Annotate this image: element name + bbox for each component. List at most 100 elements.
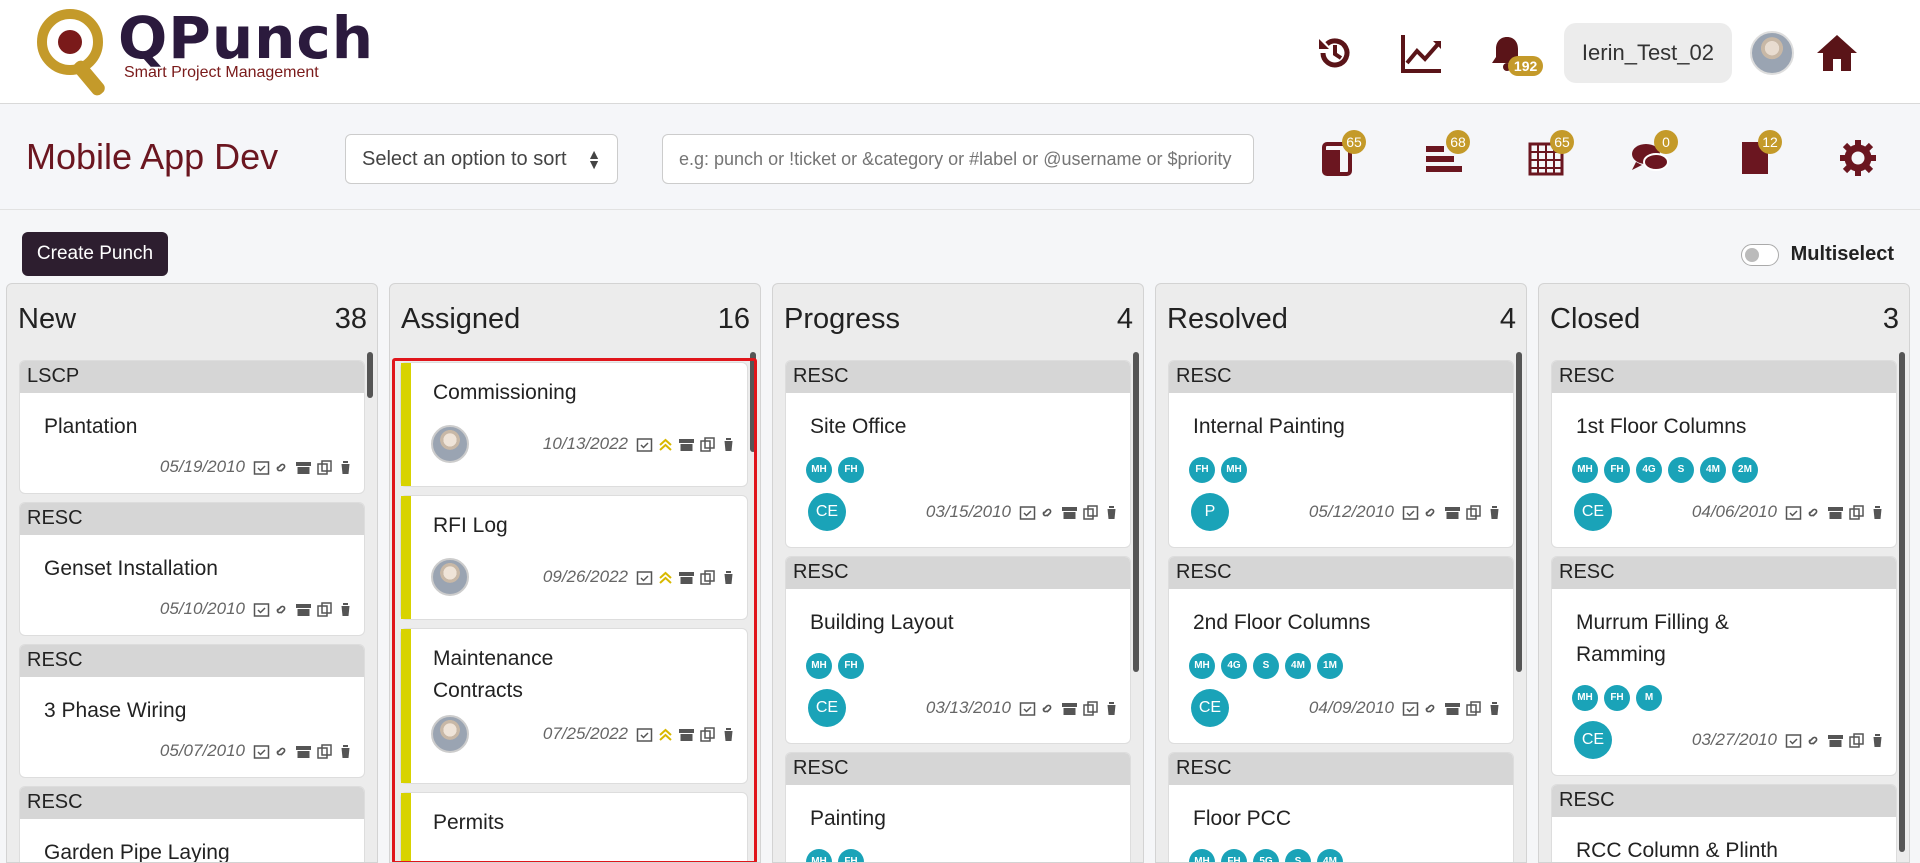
label-tag[interactable]: 5G — [1253, 849, 1279, 862]
label-tag[interactable]: MH — [806, 653, 832, 679]
label-tag[interactable]: 4M — [1317, 849, 1343, 862]
punch-card[interactable]: Permits — [400, 792, 748, 862]
punch-card[interactable]: RFI Log 09/26/2022 — [400, 495, 748, 620]
assignee-initials[interactable]: P — [1191, 493, 1229, 531]
label-tag[interactable]: 4G — [1636, 457, 1662, 483]
trash-icon[interactable] — [1869, 504, 1886, 521]
calendar-check-icon[interactable] — [1785, 732, 1802, 749]
link-icon[interactable] — [1423, 700, 1440, 717]
calendar-check-icon[interactable] — [636, 726, 653, 743]
trash-icon[interactable] — [1103, 700, 1120, 717]
project-settings-button[interactable] — [1806, 128, 1910, 188]
label-tag[interactable]: MH — [1189, 849, 1215, 862]
copy-icon[interactable] — [699, 436, 716, 453]
archive-icon[interactable] — [1061, 504, 1078, 521]
link-icon[interactable] — [1806, 504, 1823, 521]
history-button[interactable] — [1292, 22, 1378, 84]
archive-icon[interactable] — [295, 601, 312, 618]
assignee-avatar[interactable] — [431, 425, 469, 463]
punch-card[interactable]: RESC Painting MH FH — [785, 752, 1131, 862]
label-tag[interactable]: 4M — [1285, 653, 1311, 679]
label-tag[interactable]: 1M — [1317, 653, 1343, 679]
copy-icon[interactable] — [316, 601, 333, 618]
copy-icon[interactable] — [1848, 732, 1865, 749]
column-scrollbar[interactable] — [1899, 352, 1905, 852]
label-tag[interactable]: FH — [838, 457, 864, 483]
assignee-initials[interactable]: CE — [1191, 689, 1229, 727]
column-scrollbar[interactable] — [750, 352, 756, 452]
gantt-view-button[interactable]: 68 — [1390, 128, 1494, 188]
calendar-check-icon[interactable] — [1785, 504, 1802, 521]
copy-icon[interactable] — [1082, 700, 1099, 717]
calendar-check-icon[interactable] — [253, 459, 270, 476]
calendar-view-button[interactable]: 65 — [1494, 128, 1598, 188]
multiselect-toggle[interactable]: Multiselect — [1740, 243, 1894, 266]
copy-icon[interactable] — [1848, 504, 1865, 521]
trash-icon[interactable] — [1486, 700, 1503, 717]
calendar-check-icon[interactable] — [636, 436, 653, 453]
label-tag[interactable]: FH — [838, 849, 864, 862]
calendar-check-icon[interactable] — [1402, 504, 1419, 521]
trash-icon[interactable] — [1103, 504, 1120, 521]
documents-button[interactable]: 12 — [1702, 128, 1806, 188]
link-icon[interactable] — [1040, 700, 1057, 717]
punch-card[interactable]: RESC 2nd Floor Columns MH 4G S 4M 1M CE … — [1168, 556, 1514, 744]
label-tag[interactable]: S — [1668, 457, 1694, 483]
label-tag[interactable]: M — [1636, 685, 1662, 711]
calendar-check-icon[interactable] — [1402, 700, 1419, 717]
label-tag[interactable]: MH — [1221, 457, 1247, 483]
assignee-initials[interactable]: CE — [808, 689, 846, 727]
calendar-check-icon[interactable] — [1019, 700, 1036, 717]
chat-button[interactable]: 0 — [1598, 128, 1702, 188]
punch-card[interactable]: RESC Garden Pipe Laying — [19, 786, 365, 862]
user-avatar[interactable] — [1750, 31, 1794, 75]
label-tag[interactable]: FH — [1221, 849, 1247, 862]
trash-icon[interactable] — [337, 601, 354, 618]
column-scrollbar[interactable] — [1516, 352, 1522, 672]
calendar-check-icon[interactable] — [1019, 504, 1036, 521]
archive-icon[interactable] — [1444, 504, 1461, 521]
trash-icon[interactable] — [720, 726, 737, 743]
punch-card[interactable]: RESC Building Layout MH FH CE 03/13/2010 — [785, 556, 1131, 744]
label-tag[interactable]: FH — [838, 653, 864, 679]
punch-card[interactable]: RESC Genset Installation 05/10/2010 — [19, 502, 365, 636]
punch-list-view-button[interactable]: 65 — [1286, 128, 1390, 188]
copy-icon[interactable] — [1465, 504, 1482, 521]
column-scrollbar[interactable] — [367, 352, 373, 398]
punch-card[interactable]: RESC RCC Column & Plinth — [1551, 784, 1897, 862]
punch-card[interactable]: RESC 3 Phase Wiring 05/07/2010 — [19, 644, 365, 778]
link-icon[interactable] — [1806, 732, 1823, 749]
label-tag[interactable]: MH — [1572, 457, 1598, 483]
punch-card[interactable]: Commissioning 10/13/2022 — [400, 362, 748, 487]
archive-icon[interactable] — [295, 459, 312, 476]
label-tag[interactable]: S — [1285, 849, 1311, 862]
label-tag[interactable]: 2M — [1732, 457, 1758, 483]
assignee-initials[interactable]: CE — [1574, 493, 1612, 531]
copy-icon[interactable] — [699, 726, 716, 743]
archive-icon[interactable] — [1444, 700, 1461, 717]
label-tag[interactable]: MH — [806, 457, 832, 483]
label-tag[interactable]: 4G — [1221, 653, 1247, 679]
assignee-avatar[interactable] — [431, 715, 469, 753]
trash-icon[interactable] — [720, 436, 737, 453]
copy-icon[interactable] — [1082, 504, 1099, 521]
archive-icon[interactable] — [678, 726, 695, 743]
label-tag[interactable]: 4M — [1700, 457, 1726, 483]
assignee-initials[interactable]: CE — [1574, 721, 1612, 759]
punch-card[interactable]: Maintenance Contracts 07/25/2022 — [400, 628, 748, 784]
archive-icon[interactable] — [1827, 732, 1844, 749]
copy-icon[interactable] — [316, 743, 333, 760]
link-icon[interactable] — [1423, 504, 1440, 521]
link-icon[interactable] — [274, 743, 291, 760]
trash-icon[interactable] — [337, 743, 354, 760]
label-tag[interactable]: FH — [1604, 685, 1630, 711]
search-input[interactable] — [662, 134, 1254, 184]
toggle-switch[interactable] — [1740, 243, 1779, 266]
sort-select[interactable]: Select an option to sort ▲ ▼ — [345, 134, 618, 184]
calendar-check-icon[interactable] — [636, 569, 653, 586]
label-tag[interactable]: MH — [1572, 685, 1598, 711]
create-punch-button[interactable]: Create Punch — [22, 232, 168, 276]
link-icon[interactable] — [1040, 504, 1057, 521]
archive-icon[interactable] — [295, 743, 312, 760]
punch-card[interactable]: RESC Internal Painting FH MH P 05/12/201… — [1168, 360, 1514, 548]
